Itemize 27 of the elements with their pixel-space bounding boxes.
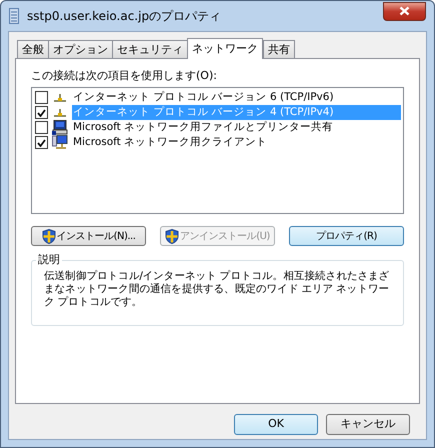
window-title: sstp0.user.keio.ac.jpのプロパティ xyxy=(27,8,222,25)
network-protocol-icon xyxy=(53,92,67,102)
computer-icon xyxy=(52,135,68,150)
list-item[interactable]: Microsoft ネットワーク用クライアント xyxy=(72,135,401,150)
close-button[interactable] xyxy=(383,2,426,20)
checkbox[interactable] xyxy=(35,106,48,119)
close-icon xyxy=(399,6,410,16)
button[interactable]: OK xyxy=(234,414,318,435)
tab[interactable]: セキュリティ xyxy=(112,40,188,58)
button[interactable]: インストール(N)... xyxy=(31,226,146,246)
group-title: 説明 xyxy=(36,253,62,267)
computer-icon xyxy=(52,120,68,135)
button[interactable]: プロパティ(R) xyxy=(289,226,404,246)
document-icon xyxy=(9,8,19,24)
tab[interactable]: ネットワーク xyxy=(187,38,263,59)
checkbox[interactable] xyxy=(35,136,48,149)
checkbox[interactable] xyxy=(35,121,48,134)
tab[interactable]: 共有 xyxy=(263,40,295,58)
tab[interactable]: オプション xyxy=(48,40,113,58)
list-item[interactable]: Microsoft ネットワーク用ファイルとプリンター共有 xyxy=(72,120,401,135)
items-label: この接続は次の項目を使用します(O): xyxy=(31,69,218,83)
list-item[interactable]: インターネット プロトコル バージョン 6 (TCP/IPv6) xyxy=(72,90,401,105)
checkbox[interactable] xyxy=(35,91,48,104)
button[interactable]: キャンセル xyxy=(326,414,410,435)
network-protocol-icon xyxy=(53,108,67,118)
tab[interactable]: 全般 xyxy=(17,40,49,58)
description-text: 伝送制御プロトコル/インターネット プロトコル。相互接続されたさまざまなネットワーク間の通信を提供する、既定のワイド エリア ネットワーク プロトコルです。 xyxy=(44,270,390,309)
